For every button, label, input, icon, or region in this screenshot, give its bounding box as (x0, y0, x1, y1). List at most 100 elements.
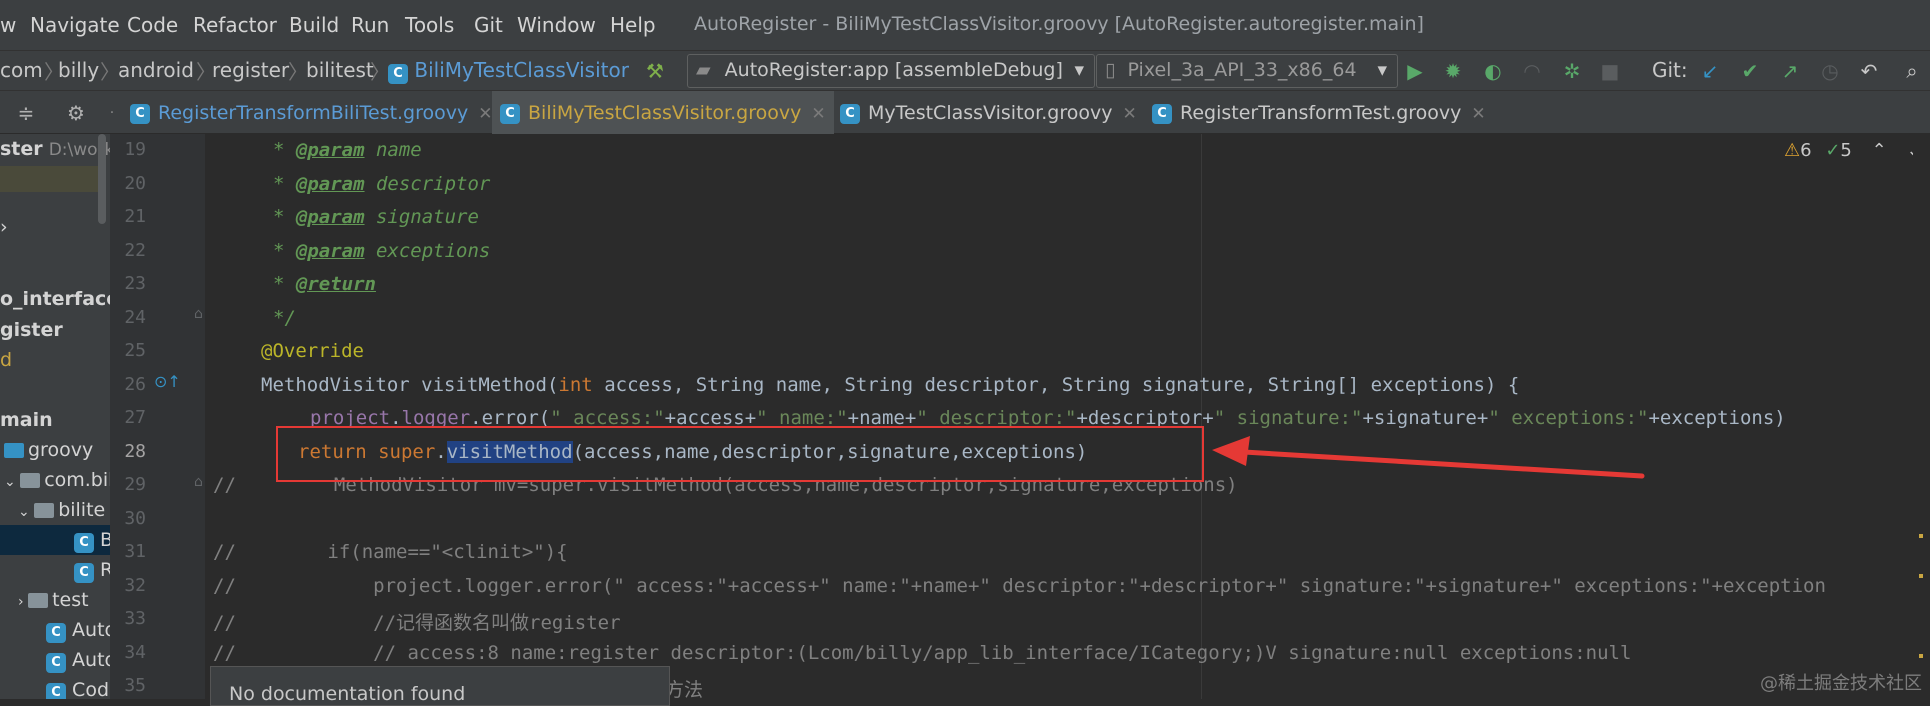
close-icon[interactable]: ✕ (811, 104, 825, 124)
chevron-down-icon: ⌄ (18, 504, 35, 520)
breadcrumb-billy[interactable]: billy (58, 58, 99, 82)
previous-highlight-icon[interactable]: ⌃ (1872, 140, 1887, 161)
error-stripe-mark[interactable] (1919, 534, 1923, 538)
line-number: 33 (124, 608, 146, 629)
breadcrumb-com[interactable]: com (0, 58, 43, 82)
tree-item-main[interactable]: main (0, 405, 53, 435)
search-everywhere-icon[interactable]: ⌕ (1900, 59, 1924, 83)
warning-icon: ⚠ (1784, 140, 1801, 161)
tab-label: BiliMyTestClassVisitor.groovy (528, 102, 802, 124)
inspection-widget[interactable]: ⚠6 ✓5 ⌃ ⌄ (1784, 140, 1922, 161)
device-label: Pixel_3a_API_33_x86_64 (1127, 59, 1357, 81)
tree-item-class[interactable]: C Auto (46, 645, 110, 675)
tree-item-class[interactable]: C B (74, 525, 110, 555)
line-number: 20 (124, 173, 146, 194)
line-number: 30 (124, 508, 146, 529)
fold-marker-icon[interactable]: ⌂ (194, 306, 203, 322)
menu-refactor[interactable]: Refactor (193, 13, 277, 37)
tree-item[interactable]: gister (0, 315, 63, 345)
stop-icon[interactable]: ■ (1598, 59, 1622, 83)
more-icon[interactable]: · (100, 101, 124, 125)
rollback-icon[interactable]: ↶ (1857, 59, 1881, 83)
groovy-class-icon: C (46, 623, 66, 643)
fold-marker-icon[interactable]: ⌂ (194, 474, 203, 490)
tab-label: RegisterTransformTest.groovy (1180, 102, 1462, 124)
annotation-arrow (1212, 436, 1645, 479)
code-line-31: // if(name=="<clinit>"){ (213, 541, 568, 563)
code-editor[interactable]: * @param name * @param descriptor * @par… (205, 134, 1930, 699)
code-line-22: * @param exceptions (273, 240, 491, 262)
close-icon[interactable]: ✕ (1122, 104, 1136, 124)
run-configuration-label: AutoRegister:app [assembleDebug] (724, 59, 1063, 81)
close-icon[interactable]: ✕ (1471, 104, 1485, 124)
line-number: 21 (124, 206, 146, 227)
menu-git[interactable]: Git (474, 13, 503, 37)
tree-root[interactable]: ster D:\works (0, 134, 110, 164)
attach-debugger-icon[interactable]: ✲ (1560, 59, 1584, 83)
tree-scrollbar[interactable] (98, 134, 106, 224)
run-configuration-select[interactable]: ▰ AutoRegister:app [assembleDebug] ▾ (687, 54, 1095, 88)
groovy-class-icon: C (74, 563, 94, 583)
error-stripe-mark[interactable] (1919, 574, 1923, 578)
hammer-build-icon[interactable]: ⚒ (643, 59, 667, 83)
tree-item[interactable]: d (0, 345, 12, 375)
breadcrumb-register[interactable]: register (212, 58, 289, 82)
git-push-icon[interactable]: ↗ (1778, 59, 1802, 83)
tab-bili-my-test-class-visitor[interactable]: C BiliMyTestClassVisitor.groovy ✕ (492, 91, 834, 138)
error-stripe-mark[interactable] (1919, 654, 1923, 658)
breadcrumb-bilitest[interactable]: bilitest (306, 58, 374, 82)
breadcrumb-android[interactable]: android (118, 58, 194, 82)
gear-icon[interactable]: ⚙ (64, 101, 88, 125)
close-icon[interactable]: ✕ (478, 104, 492, 124)
git-update-icon[interactable]: ↙ (1698, 59, 1722, 83)
tree-item-bilitest[interactable]: ⌄ bilite (18, 495, 105, 525)
tree-item-label: Auto (72, 619, 110, 641)
groovy-class-icon: C (1152, 103, 1172, 124)
tree-item-groovy[interactable]: groovy (4, 435, 93, 465)
menu-tools[interactable]: Tools (405, 13, 454, 37)
menu-window-partial[interactable]: w (0, 13, 16, 37)
git-history-icon[interactable]: ◷ (1818, 59, 1842, 83)
tree-item[interactable]: o_interface (0, 284, 110, 314)
menu-help[interactable]: Help (610, 13, 656, 37)
tree-item-class[interactable]: C Code (46, 675, 110, 699)
tree-item-package[interactable]: ⌄ com.bil (4, 465, 110, 495)
tree-item-class[interactable]: C Auto (46, 615, 110, 645)
override-marker-icon[interactable]: ⊙↑ (154, 372, 181, 391)
groovy-class-icon: C (500, 103, 520, 124)
tree-item-test[interactable]: › test (18, 585, 89, 615)
tree-item[interactable]: › (0, 212, 8, 242)
collapse-all-icon[interactable]: ≑ (14, 101, 38, 125)
chevron-right-icon: › (18, 594, 29, 610)
menu-window[interactable]: Window (517, 13, 596, 37)
tree-item-class[interactable]: C R (74, 555, 110, 585)
window-title: AutoRegister - BiliMyTestClassVisitor.gr… (694, 13, 1424, 35)
menu-run[interactable]: Run (351, 13, 389, 37)
menu-navigate[interactable]: Navigate (30, 13, 120, 37)
tab-register-transform-test[interactable]: C RegisterTransformTest.groovy ✕ (1148, 91, 1486, 135)
code-line-32: // project.logger.error(" access:"+acces… (213, 575, 1826, 597)
tree-item-label: com.bil (44, 469, 110, 491)
warning-count: 6 (1800, 140, 1812, 161)
weak-warning-icon: ✓ (1825, 140, 1841, 161)
line-number: 34 (124, 642, 146, 663)
line-number: 22 (124, 240, 146, 261)
menu-code[interactable]: Code (127, 13, 178, 37)
git-commit-icon[interactable]: ✔ (1738, 59, 1762, 83)
coverage-icon[interactable]: ◐ (1481, 59, 1505, 83)
tree-root-label: ster (0, 138, 43, 160)
device-select[interactable]: ▯ Pixel_3a_API_33_x86_64 ▾ (1096, 54, 1398, 88)
editor-scrollbar[interactable] (1913, 134, 1930, 699)
debug-icon[interactable]: ✹ (1441, 59, 1465, 83)
breadcrumb-class-label: BiliMyTestClassVisitor (414, 58, 629, 82)
tab-my-test-class-visitor[interactable]: C MyTestClassVisitor.groovy ✕ (836, 91, 1137, 135)
tree-item-label: bilite (58, 499, 106, 521)
line-number-current: 28 (124, 441, 146, 462)
menu-build[interactable]: Build (289, 13, 339, 37)
breadcrumb-current-class[interactable]: C BiliMyTestClassVisitor (388, 58, 629, 84)
tab-register-transform-bili-test[interactable]: C RegisterTransformBiliTest.groovy ✕ (126, 91, 493, 135)
menu-bar: w Navigate Code Refactor Build Run Tools… (0, 0, 1930, 50)
run-icon[interactable]: ▶ (1403, 59, 1427, 83)
code-line-25: @Override (261, 340, 364, 362)
profile-icon[interactable]: ◠ (1520, 59, 1544, 83)
